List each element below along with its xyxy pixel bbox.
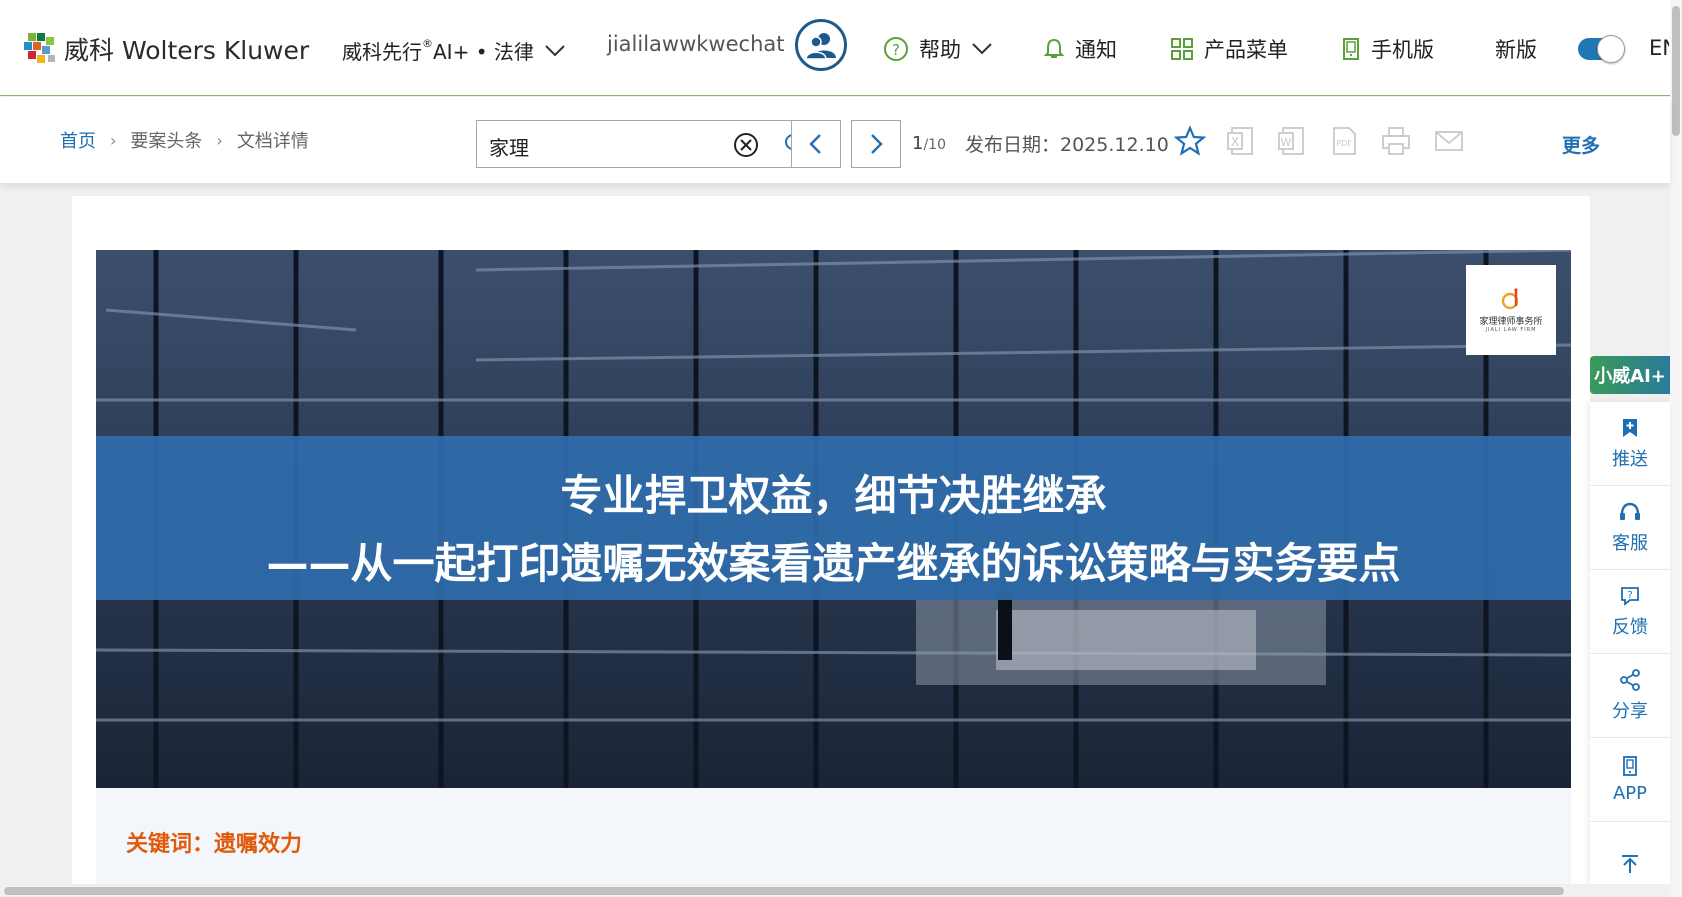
- svg-text:W: W: [1281, 136, 1292, 149]
- in-document-search[interactable]: 家理: [476, 120, 820, 168]
- mobile-label: 手机版: [1371, 38, 1434, 62]
- bookmark-plus-icon: [1623, 418, 1637, 437]
- product-switcher[interactable]: 威科先行 ® AI+ • 法律: [342, 36, 566, 65]
- share-icon: [1620, 668, 1640, 691]
- match-total: /10: [923, 137, 946, 153]
- new-version-label: 新版: [1495, 34, 1537, 64]
- product-menu[interactable]: 产品菜单: [1170, 34, 1288, 64]
- match-current: 1: [912, 133, 924, 154]
- chevron-right-icon: ›: [110, 130, 117, 150]
- pdf-export-icon[interactable]: PDF: [1329, 125, 1359, 157]
- print-icon[interactable]: [1380, 125, 1412, 157]
- breadcrumb-home[interactable]: 首页: [60, 127, 96, 153]
- side-tool-panel: 推送 客服 ? 反馈 分享 APP: [1590, 402, 1670, 897]
- ai-assistant-button[interactable]: 小威AI+: [1590, 356, 1670, 394]
- chevron-right-icon: [871, 134, 883, 154]
- product-menu-label: 产品菜单: [1204, 38, 1288, 62]
- tablet-icon: [1343, 38, 1359, 60]
- breadcrumb-headlines[interactable]: 要案头条: [130, 127, 202, 153]
- clear-icon[interactable]: [733, 132, 759, 158]
- document-toolbar: 首页 › 要案头条 › 文档详情 家理 1/10 发布日期：2025.12.10: [0, 97, 1670, 183]
- article-subtitle: ——从一起打印遗嘱无效案看遗产继承的诉讼策略与实务要点: [266, 539, 1401, 588]
- word-export-icon[interactable]: W: [1277, 125, 1307, 157]
- next-match-button[interactable]: [851, 120, 901, 168]
- publish-date: 发布日期：2025.12.10: [965, 134, 1169, 156]
- article-title: 专业捍卫权益，细节决胜继承: [560, 471, 1107, 520]
- arrow-to-top-icon: [1622, 855, 1638, 873]
- feedback-label: 反馈: [1612, 616, 1648, 638]
- push-button[interactable]: 推送: [1590, 402, 1670, 486]
- prev-match-button[interactable]: [791, 120, 841, 168]
- phone-icon: [1623, 756, 1637, 776]
- service-label: 客服: [1612, 532, 1648, 554]
- search-input[interactable]: 家理: [489, 132, 529, 161]
- chevron-right-icon: ›: [216, 130, 223, 150]
- wolters-kluwer-logo[interactable]: 威科 Wolters Kluwer: [22, 30, 309, 68]
- firm-name-en: JIALI LAW FIRM: [1485, 326, 1537, 333]
- new-version-toggle[interactable]: [1578, 35, 1625, 63]
- svg-text:?: ?: [892, 41, 900, 59]
- abstract-box: [96, 788, 1571, 897]
- user-avatar[interactable]: [795, 19, 847, 71]
- chevron-down-icon: [545, 44, 565, 56]
- svg-text:?: ?: [1627, 590, 1632, 601]
- excel-export-icon[interactable]: X: [1226, 125, 1256, 157]
- chevron-down-icon: [972, 43, 992, 55]
- share-label: 分享: [1612, 700, 1648, 722]
- app-download-button[interactable]: APP: [1590, 738, 1670, 822]
- top-header: 威科 Wolters Kluwer 威科先行 ® AI+ • 法律 jialil…: [0, 0, 1682, 96]
- wk-logo-icon: [24, 33, 55, 63]
- notify-label: 通知: [1075, 38, 1117, 62]
- users-icon: [805, 33, 836, 60]
- firm-name: 家理律师事务所: [1479, 316, 1543, 327]
- language-switch[interactable]: EN: [1649, 36, 1669, 60]
- email-icon[interactable]: [1433, 125, 1465, 157]
- article-banner: 专业捍卫权益，细节决胜继承 ——从一起打印遗嘱无效案看遗产继承的诉讼策略与实务要…: [96, 250, 1571, 788]
- feedback-icon: ?: [1621, 586, 1639, 606]
- app-label: APP: [1612, 783, 1648, 804]
- svg-text:PDF: PDF: [1336, 139, 1352, 148]
- push-label: 推送: [1612, 448, 1648, 470]
- customer-service-button[interactable]: 客服: [1590, 486, 1670, 570]
- mobile-version-link[interactable]: 手机版: [1341, 34, 1434, 64]
- vertical-scrollbar[interactable]: [1670, 0, 1682, 897]
- bell-icon: [1043, 38, 1065, 58]
- firm-logo-mark-icon: [1501, 287, 1519, 309]
- new-version-text: 新版: [1495, 38, 1537, 62]
- article-keywords: 关键词：遗嘱效力: [126, 832, 303, 857]
- horizontal-scrollbar[interactable]: [0, 884, 1670, 897]
- svg-text:X: X: [1231, 135, 1239, 149]
- product-prefix: 威科先行: [342, 40, 422, 64]
- vertical-scroll-thumb[interactable]: [1672, 6, 1680, 136]
- toggle-knob: [1597, 35, 1625, 63]
- help-menu[interactable]: ? 帮助: [883, 34, 993, 64]
- breadcrumb: 首页 › 要案头条 › 文档详情: [60, 127, 309, 153]
- registered-mark: ®: [422, 37, 433, 50]
- product-suffix: AI+ • 法律: [433, 40, 534, 64]
- help-label: 帮助: [919, 38, 961, 62]
- username[interactable]: jialilawwkwechat: [607, 32, 784, 56]
- brand-name: 威科 Wolters Kluwer: [64, 36, 310, 65]
- chevron-left-icon: [809, 134, 821, 154]
- match-counter: 1/10: [912, 133, 946, 154]
- grid-icon: [1171, 38, 1193, 60]
- star-icon[interactable]: [1174, 125, 1206, 157]
- notifications-menu[interactable]: 通知: [1043, 34, 1117, 64]
- share-button[interactable]: 分享: [1590, 654, 1670, 738]
- more-button[interactable]: 更多: [1562, 131, 1600, 158]
- firm-logo: 家理律师事务所 JIALI LAW FIRM: [1466, 265, 1556, 355]
- horizontal-scroll-thumb[interactable]: [4, 887, 1564, 895]
- feedback-button[interactable]: ? 反馈: [1590, 570, 1670, 654]
- breadcrumb-current: 文档详情: [236, 131, 309, 152]
- headset-icon: [1620, 502, 1640, 520]
- help-icon: ?: [884, 37, 908, 61]
